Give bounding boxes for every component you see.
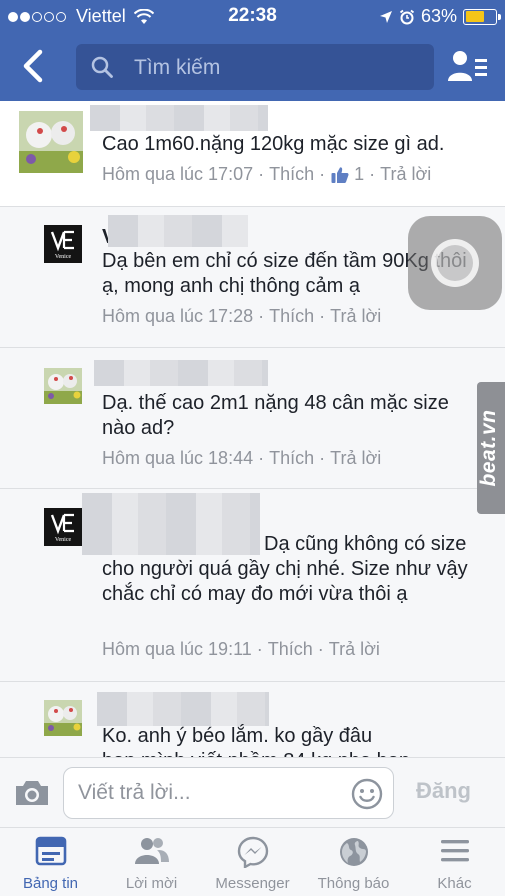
like-link[interactable]: Thích: [268, 639, 313, 660]
search-placeholder: Tìm kiếm: [134, 56, 221, 79]
reply-input[interactable]: Viết trả lời...: [63, 767, 394, 819]
reply-item: Venice Dạ cũng không có size cho người q…: [0, 489, 505, 682]
thumbs-up-icon: [331, 166, 349, 183]
battery-icon: [463, 8, 501, 25]
friend-list-icon[interactable]: [446, 47, 490, 87]
comment-text: Ko. anh ý béo lắm. ko gầy đâu: [102, 725, 373, 747]
emoji-icon[interactable]: [351, 778, 383, 810]
watermark: beat.vn: [477, 382, 505, 514]
location-arrow-icon: [379, 10, 392, 23]
tab-label: Messenger: [215, 875, 290, 892]
comment-meta: Hôm qua lúc 18:44 · Thích · Trả lời: [102, 448, 382, 469]
svg-text:Venice: Venice: [55, 537, 72, 543]
comment-meta: Hôm qua lúc 19:11 · Thích · Trả lời: [102, 639, 380, 660]
status-bar: Viettel 22:38 63%: [0, 0, 505, 32]
author-name[interactable]: [97, 692, 269, 726]
tab-bar: Bảng tin Lời mời Messenger Thông báo Khá…: [0, 827, 505, 896]
comment-meta: Hôm qua lúc 17:07 · Thích · 1 · Trả lời: [102, 164, 432, 185]
comment-text: Dạ. thế cao 2m1 nặng 48 cân mặc size nào…: [102, 392, 449, 439]
top-bar: Viettel 22:38 63% Tìm kiếm: [0, 0, 505, 101]
tab-more[interactable]: Khác: [404, 828, 505, 896]
reply-link[interactable]: Trả lời: [329, 639, 380, 660]
author-name[interactable]: [90, 105, 268, 131]
battery-percent: 63%: [420, 6, 457, 26]
avatar[interactable]: [19, 111, 83, 173]
like-link[interactable]: Thích: [269, 306, 314, 327]
comment-time: Hôm qua lúc 17:07: [102, 164, 254, 184]
tab-label: Thông báo: [317, 875, 390, 892]
assistive-touch-button[interactable]: [408, 216, 502, 310]
reply-link[interactable]: Trả lời: [330, 448, 381, 469]
comment-text: Cao 1m60.nặng 120kg mặc size gì ad.: [102, 133, 445, 155]
reply-composer: Viết trả lời... Đăng: [0, 757, 505, 827]
comment-text-continued: bạn mình viết nhầm 84 kg nha bạn: [102, 749, 482, 757]
tab-news-feed[interactable]: Bảng tin: [0, 828, 101, 896]
svg-text:Venice: Venice: [55, 254, 72, 260]
reply-item: Dạ. thế cao 2m1 nặng 48 cân mặc size nào…: [0, 348, 505, 489]
globe-icon: [339, 838, 368, 866]
messenger-icon: [237, 836, 268, 868]
tab-label: Lời mời: [125, 875, 178, 892]
avatar[interactable]: Venice: [44, 225, 82, 263]
comment-time: Hôm qua lúc 17:28: [102, 306, 254, 326]
tab-label: Bảng tin: [22, 875, 79, 892]
alarm-icon: [399, 9, 415, 24]
reply-link[interactable]: Trả lời: [380, 164, 431, 185]
comment-meta: Hôm qua lúc 17:28 · Thích · Trả lời: [102, 306, 382, 327]
camera-icon[interactable]: [14, 778, 50, 808]
reply-item: Ko. anh ý béo lắm. ko gầy đâu bạn mình v…: [0, 682, 505, 757]
search-input[interactable]: Tìm kiếm: [76, 44, 434, 90]
comment-list[interactable]: Cao 1m60.nặng 120kg mặc size gì ad. Hôm …: [0, 101, 505, 757]
like-count[interactable]: 1: [330, 164, 364, 185]
author-name-blur: [108, 215, 248, 247]
comment-time: Hôm qua lúc 18:44: [102, 448, 254, 468]
post-button[interactable]: Đăng: [416, 778, 471, 804]
tab-notifications[interactable]: Thông báo: [303, 828, 404, 896]
tab-friend-requests[interactable]: Lời mời: [101, 828, 202, 896]
comment-time: Hôm qua lúc 19:11: [102, 639, 252, 659]
avatar[interactable]: Venice: [44, 508, 82, 546]
friend-requests-icon: [134, 838, 169, 864]
like-link[interactable]: Thích: [269, 448, 314, 469]
search-icon: [91, 56, 113, 78]
tab-label: Khác: [437, 875, 472, 892]
author-name[interactable]: [94, 360, 268, 386]
news-feed-icon: [35, 836, 66, 866]
reply-link[interactable]: Trả lời: [330, 306, 381, 327]
avatar[interactable]: [44, 368, 82, 404]
comment-text: Dạ cũng không có size cho người quá gầy …: [102, 533, 468, 605]
back-button[interactable]: [16, 46, 52, 86]
reply-placeholder: Viết trả lời...: [78, 781, 191, 804]
avatar[interactable]: [44, 700, 82, 736]
menu-icon: [440, 840, 469, 862]
like-link[interactable]: Thích: [269, 164, 314, 185]
comment-item: Cao 1m60.nặng 120kg mặc size gì ad. Hôm …: [0, 101, 505, 207]
tab-messenger[interactable]: Messenger: [202, 828, 303, 896]
